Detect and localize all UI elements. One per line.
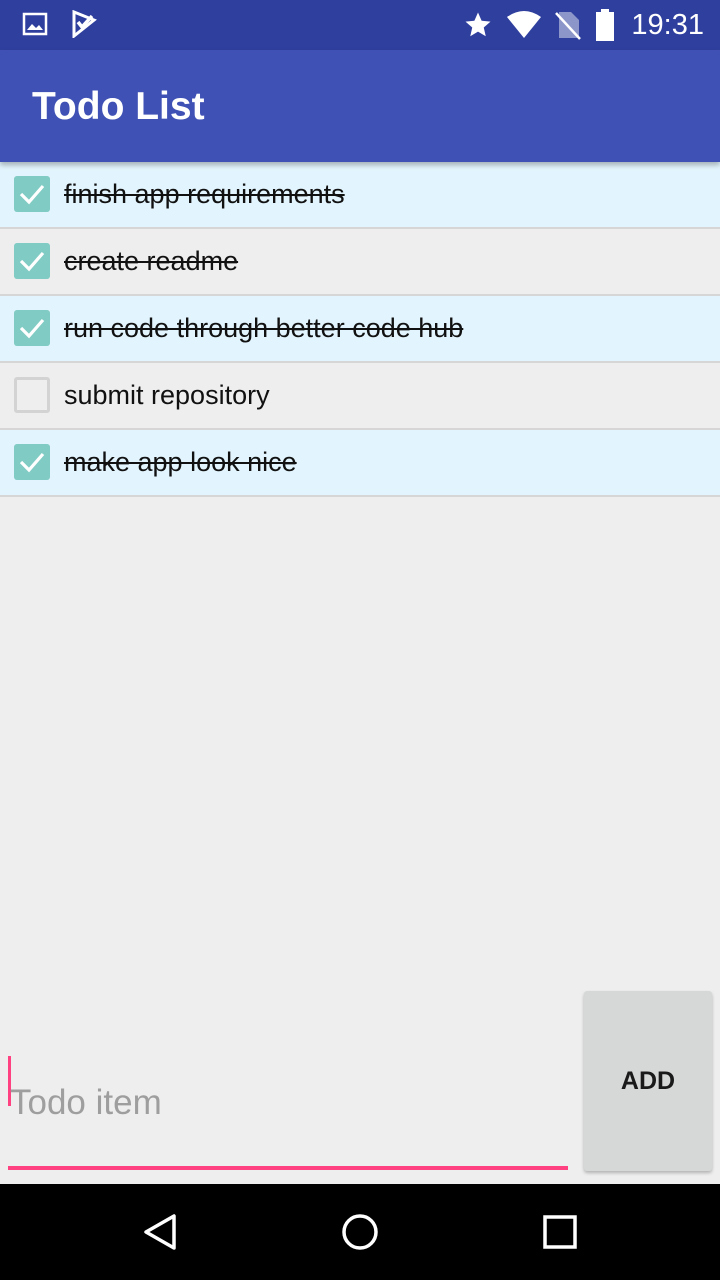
todo-text: submit repository: [64, 380, 270, 410]
todo-input[interactable]: [8, 1060, 568, 1146]
todo-item[interactable]: run code through better code hub: [0, 296, 720, 363]
no-sim-icon: [555, 10, 582, 40]
gallery-notification-icon: [22, 11, 48, 37]
add-button[interactable]: ADD: [584, 991, 712, 1171]
todo-text: finish app requirements: [64, 179, 345, 209]
checkmark-icon: [19, 251, 45, 272]
todo-item[interactable]: create readme: [0, 229, 720, 296]
app-notification-icon: [70, 10, 98, 38]
todo-checkbox-checked[interactable]: [14, 176, 50, 212]
wifi-icon: [507, 11, 542, 39]
clock: 19:31: [631, 9, 704, 41]
todo-checkbox-unchecked[interactable]: [14, 377, 50, 413]
todo-item[interactable]: submit repository: [0, 363, 720, 430]
todo-checkbox-checked[interactable]: [14, 310, 50, 346]
battery-icon: [595, 9, 615, 41]
todo-item[interactable]: finish app requirements: [0, 162, 720, 229]
app-bar: Todo List: [0, 50, 720, 162]
todo-text: make app look nice: [64, 447, 297, 477]
todo-text: create readme: [64, 246, 239, 276]
star-icon: [463, 10, 493, 40]
todo-checkbox-checked[interactable]: [14, 243, 50, 279]
app-title: Todo List: [32, 85, 205, 128]
checkmark-icon: [19, 318, 45, 339]
home-icon[interactable]: [340, 1212, 380, 1252]
back-icon[interactable]: [140, 1212, 180, 1252]
status-bar: 19:31: [0, 0, 720, 50]
todo-text: run code through better code hub: [64, 313, 464, 343]
todo-list: finish app requirements create readme ru…: [0, 162, 720, 497]
todo-item[interactable]: make app look nice: [0, 430, 720, 497]
checkmark-icon: [19, 452, 45, 473]
todo-input-area: [8, 1040, 568, 1170]
notification-icons: [22, 10, 98, 38]
navigation-bar: [0, 1184, 720, 1280]
todo-checkbox-checked[interactable]: [14, 444, 50, 480]
recent-apps-icon[interactable]: [540, 1212, 580, 1252]
system-icons: 19:31: [463, 8, 704, 42]
checkmark-icon: [19, 184, 45, 205]
input-underline: [8, 1166, 568, 1170]
